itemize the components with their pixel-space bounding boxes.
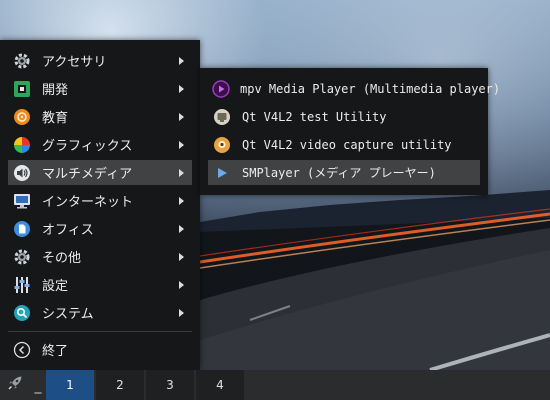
qvidcap-webcam-icon	[212, 135, 232, 155]
submenu-item-smplayer[interactable]: SMPlayer (メディア プレーヤー)	[208, 160, 480, 185]
smplayer-play-icon	[212, 163, 232, 183]
menu-divider	[8, 331, 192, 332]
submenu-arrow-icon	[179, 196, 184, 205]
qv4l2-tv-icon	[212, 107, 232, 127]
menu-item-label: 設定	[42, 279, 69, 294]
menu-item-accessories[interactable]: アクセサリ	[8, 48, 192, 73]
menu-item-label: オフィス	[42, 223, 94, 238]
internet-monitor-icon	[12, 191, 32, 211]
other-gear-icon	[12, 247, 32, 267]
office-document-icon	[12, 219, 32, 239]
taskbar: _ 1 2 3 4	[0, 370, 550, 400]
submenu-arrow-icon	[179, 308, 184, 317]
submenu-item-label: SMPlayer (メディア プレーヤー)	[242, 166, 436, 180]
workspace-4-button[interactable]: 4	[196, 370, 244, 400]
development-chip-icon	[12, 79, 32, 99]
menu-item-label: その他	[42, 251, 82, 266]
menu-item-other[interactable]: その他	[8, 244, 192, 269]
menu-item-quit[interactable]: 終了	[8, 337, 192, 362]
menu-item-office[interactable]: オフィス	[8, 216, 192, 241]
menu-item-graphics[interactable]: グラフィックス	[8, 132, 192, 157]
quit-back-icon	[12, 340, 32, 360]
submenu-arrow-icon	[179, 140, 184, 149]
submenu-arrow-icon	[179, 56, 184, 65]
menu-item-development[interactable]: 開発	[8, 76, 192, 101]
menu-item-label: システム	[42, 307, 94, 322]
show-desktop-button[interactable]: _	[30, 370, 46, 400]
multimedia-submenu: mpv Media Player (Multimedia player) Qt …	[200, 68, 500, 195]
menu-item-label: 開発	[42, 83, 69, 98]
submenu-arrow-icon	[179, 252, 184, 261]
workspace-2-button[interactable]: 2	[96, 370, 144, 400]
menu-item-settings[interactable]: 設定	[8, 272, 192, 297]
menu-item-label: インターネット	[42, 195, 134, 210]
menu-item-label: グラフィックス	[42, 139, 133, 154]
submenu-arrow-icon	[179, 280, 184, 289]
settings-sliders-icon	[12, 275, 32, 295]
submenu-item-label: Qt V4L2 video capture utility	[242, 137, 452, 152]
education-icon	[12, 107, 32, 127]
graphics-color-icon	[12, 135, 32, 155]
system-search-icon	[12, 303, 32, 323]
start-menu-button[interactable]	[0, 370, 30, 400]
mpv-play-icon	[212, 79, 230, 99]
submenu-arrow-icon	[179, 224, 184, 233]
menu-item-label: 終了	[42, 344, 69, 359]
menu-item-education[interactable]: 教育	[8, 104, 192, 129]
accessories-gear-icon	[12, 51, 32, 71]
submenu-item-qvidcap[interactable]: Qt V4L2 video capture utility	[208, 132, 480, 157]
rocket-icon	[6, 374, 24, 396]
workspace-1-button[interactable]: 1	[46, 370, 94, 400]
menu-item-label: マルチメディア	[42, 167, 133, 182]
menu-item-label: アクセサリ	[42, 55, 107, 70]
submenu-item-mpv[interactable]: mpv Media Player (Multimedia player)	[208, 76, 500, 101]
menu-item-multimedia[interactable]: マルチメディア	[8, 160, 192, 185]
taskbar-empty-area	[246, 370, 550, 400]
application-menu: アクセサリ 開発 教育 グラフィックス マルチメディア インターネット オフィス…	[0, 40, 200, 370]
multimedia-speaker-icon	[12, 163, 32, 183]
workspace-3-button[interactable]: 3	[146, 370, 194, 400]
submenu-arrow-icon	[179, 112, 184, 121]
submenu-arrow-icon	[179, 84, 184, 93]
submenu-item-label: Qt V4L2 test Utility	[242, 109, 387, 124]
menu-item-internet[interactable]: インターネット	[8, 188, 192, 213]
submenu-arrow-icon	[179, 168, 184, 177]
submenu-item-label: mpv Media Player (Multimedia player)	[240, 81, 501, 96]
submenu-item-qv4l2[interactable]: Qt V4L2 test Utility	[208, 104, 480, 129]
menu-item-system[interactable]: システム	[8, 300, 192, 325]
menu-item-label: 教育	[42, 111, 69, 126]
